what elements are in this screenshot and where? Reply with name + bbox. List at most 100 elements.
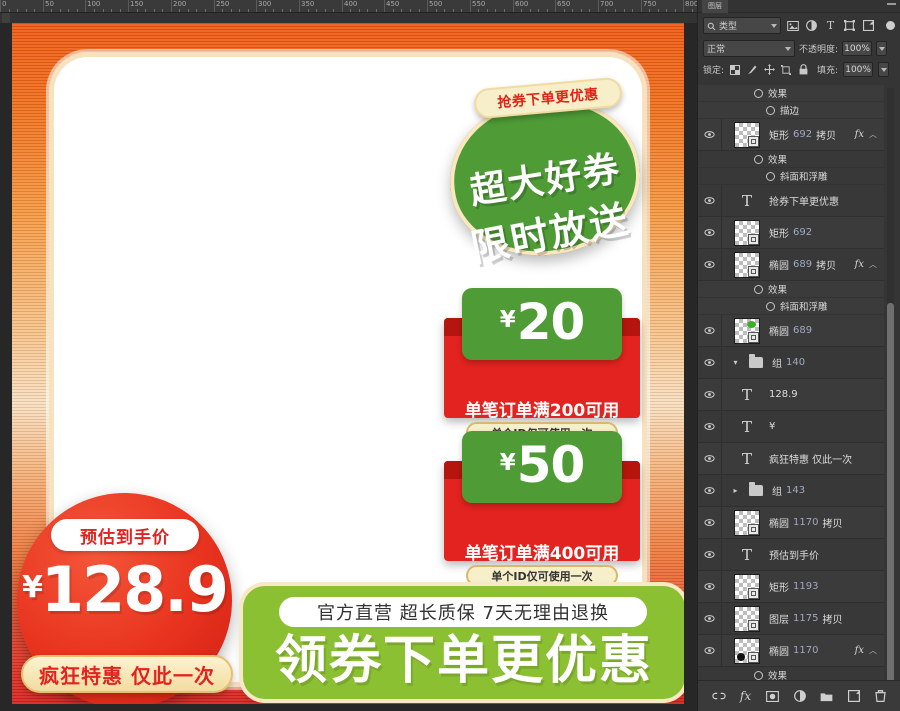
effect-visibility-icon[interactable] — [754, 154, 763, 164]
collapse-panel-icon[interactable] — [887, 3, 896, 5]
layer-row-text[interactable]: T 疯狂特惠 仅此一次 — [698, 443, 884, 475]
coupon-card-20[interactable]: 单笔订单满200可用 单个ID仅可使用一次 ¥20 — [444, 288, 640, 443]
lock-position-icon[interactable] — [763, 63, 775, 76]
layer-effect-item[interactable]: 斜面和浮雕 — [698, 298, 884, 315]
layers-scrollbar-thumb[interactable] — [887, 303, 894, 711]
layer-row[interactable]: 矩形 1193 — [698, 571, 884, 603]
lock-all-icon[interactable] — [797, 63, 809, 76]
layer-visibility-icon[interactable] — [698, 507, 722, 538]
chevron-down-icon[interactable] — [771, 23, 777, 28]
poster-artwork[interactable]: 超大好券 限时放送 抢券下单更优惠 单笔订单满200可用 单个ID仅可使用一次 … — [12, 23, 684, 704]
bottom-banner[interactable]: 官方直营 超长质保 7天无理由退换 领券下单更优惠 — [243, 586, 684, 699]
layer-row-text[interactable]: T 预估到手价 — [698, 539, 884, 571]
link-layers-icon[interactable] — [711, 689, 726, 703]
effect-visibility-icon[interactable] — [766, 171, 775, 181]
adjustment-layer-icon[interactable] — [804, 17, 819, 34]
tab-layers[interactable]: 图层 — [702, 0, 728, 13]
layer-visibility-icon[interactable] — [698, 217, 722, 248]
layer-group-row[interactable]: ▸ 组 143 — [698, 475, 884, 507]
layer-row[interactable]: 图层 1175 拷贝 — [698, 603, 884, 635]
new-layer-icon[interactable] — [847, 689, 861, 703]
panel-tab-bar[interactable]: 图层 — [698, 0, 900, 13]
layer-visibility-icon[interactable] — [698, 249, 722, 280]
layer-effects-row[interactable]: 效果 — [698, 281, 884, 298]
layer-visibility-icon[interactable] — [698, 635, 722, 666]
layer-row[interactable]: 椭圆 1170 拷贝 — [698, 507, 884, 539]
horizontal-ruler[interactable]: 0 50 100 150 200 250 300 350 400 450 500 550 600 650 7… — [0, 0, 697, 13]
layer-effects-icon[interactable]: fx — [855, 259, 864, 270]
layer-effects-row[interactable]: 效果 — [698, 85, 884, 102]
layer-thumbnail[interactable] — [734, 219, 760, 246]
filter-type-select[interactable]: 类型 — [703, 17, 781, 34]
layer-visibility-icon[interactable] — [698, 119, 722, 150]
layer-thumbnail[interactable] — [734, 121, 760, 148]
layer-visibility-icon[interactable] — [698, 379, 722, 410]
layer-row-text[interactable]: T 抢券下单更优惠 — [698, 185, 884, 217]
pixel-layer-icon[interactable] — [785, 17, 800, 34]
layer-effects-icon[interactable]: fx — [855, 129, 864, 140]
layer-visibility-icon[interactable] — [698, 571, 722, 602]
layer-row-text[interactable]: T 128.9 — [698, 379, 884, 411]
layer-row[interactable]: 矩形 692 — [698, 217, 884, 249]
layer-row-text[interactable]: T ¥ — [698, 411, 884, 443]
layer-row[interactable]: 椭圆 689 — [698, 315, 884, 347]
fill-value[interactable]: 100% — [843, 62, 874, 77]
effect-visibility-icon[interactable] — [766, 301, 775, 311]
layers-scrollbar[interactable] — [887, 88, 894, 711]
layer-thumbnail[interactable] — [734, 605, 760, 632]
shape-layer-icon[interactable] — [842, 17, 857, 34]
chevron-down-icon[interactable] — [785, 46, 791, 51]
new-group-icon[interactable] — [820, 689, 834, 703]
layer-row[interactable]: 椭圆 689 拷贝 fx ︿ — [698, 249, 884, 281]
delete-layer-icon[interactable] — [874, 689, 888, 703]
opacity-stepper[interactable] — [876, 41, 888, 56]
layer-effects-icon[interactable]: fx — [855, 645, 864, 656]
opacity-value[interactable]: 100% — [842, 41, 873, 56]
smart-object-icon[interactable] — [861, 17, 876, 34]
layer-visibility-icon[interactable] — [698, 475, 722, 506]
document-tab-strip[interactable] — [0, 13, 697, 23]
coupon-card-50[interactable]: 单笔订单满400可用 单个ID仅可使用一次 ¥50 — [444, 431, 640, 586]
chevron-up-icon[interactable]: ︿ — [869, 645, 877, 656]
add-layer-style-icon[interactable]: fx — [739, 689, 753, 703]
effect-visibility-icon[interactable] — [766, 105, 775, 115]
layer-thumbnail[interactable] — [734, 251, 760, 278]
chevron-up-icon[interactable]: ︿ — [869, 129, 877, 140]
layer-visibility-icon[interactable] — [698, 347, 722, 378]
layer-group-row[interactable]: ▾ 组 140 — [698, 347, 884, 379]
lock-transparent-icon[interactable] — [729, 63, 741, 76]
effect-visibility-icon[interactable] — [754, 284, 763, 294]
document-tab[interactable] — [2, 13, 10, 23]
effect-visibility-icon[interactable] — [754, 88, 763, 98]
lock-artboard-icon[interactable] — [780, 63, 792, 76]
chevron-down-icon[interactable]: ▾ — [730, 358, 741, 367]
fill-stepper[interactable] — [878, 62, 890, 77]
layer-thumbnail[interactable] — [734, 317, 760, 344]
layer-visibility-icon[interactable] — [698, 603, 722, 634]
type-layer-icon[interactable]: T — [823, 17, 838, 34]
new-adjustment-layer-icon[interactable] — [793, 689, 807, 703]
lock-image-icon[interactable] — [746, 63, 758, 76]
layer-row[interactable]: 矩形 692 拷贝 fx ︿ — [698, 119, 884, 151]
layer-effect-item[interactable]: 斜面和浮雕 — [698, 168, 884, 185]
layer-visibility-icon[interactable] — [698, 185, 722, 216]
layer-visibility-icon[interactable] — [698, 443, 722, 474]
layer-effects-row[interactable]: 效果 — [698, 151, 884, 168]
layer-thumbnail[interactable] — [734, 573, 760, 600]
chevron-right-icon[interactable]: ▸ — [730, 486, 741, 495]
layer-row[interactable]: 椭圆 1170 fx ︿ — [698, 635, 884, 667]
layer-visibility-icon[interactable] — [698, 315, 722, 346]
layers-list-scroll[interactable]: 效果 描边 矩形 692 拷贝 fx ︿ 效果 斜面和浮雕 T 抢券下单更优惠 矩形 692 椭圆 689 拷… — [698, 85, 900, 680]
chevron-up-icon[interactable]: ︿ — [869, 259, 877, 270]
layer-visibility-icon[interactable] — [698, 411, 722, 442]
add-layer-mask-icon[interactable] — [766, 689, 780, 703]
layer-visibility-icon[interactable] — [698, 539, 722, 570]
layer-thumbnail[interactable] — [734, 509, 760, 536]
layer-effect-item[interactable]: 描边 — [698, 102, 884, 119]
layer-effects-row[interactable]: 效果 — [698, 667, 884, 680]
filter-toggle-switch[interactable] — [886, 21, 895, 30]
effect-visibility-icon[interactable] — [754, 670, 763, 680]
blend-mode-select[interactable]: 正常 — [703, 40, 795, 57]
coupon-burst-badge[interactable]: 超大好券 限时放送 抢券下单更优惠 — [443, 76, 647, 271]
layer-thumbnail[interactable] — [734, 637, 760, 664]
